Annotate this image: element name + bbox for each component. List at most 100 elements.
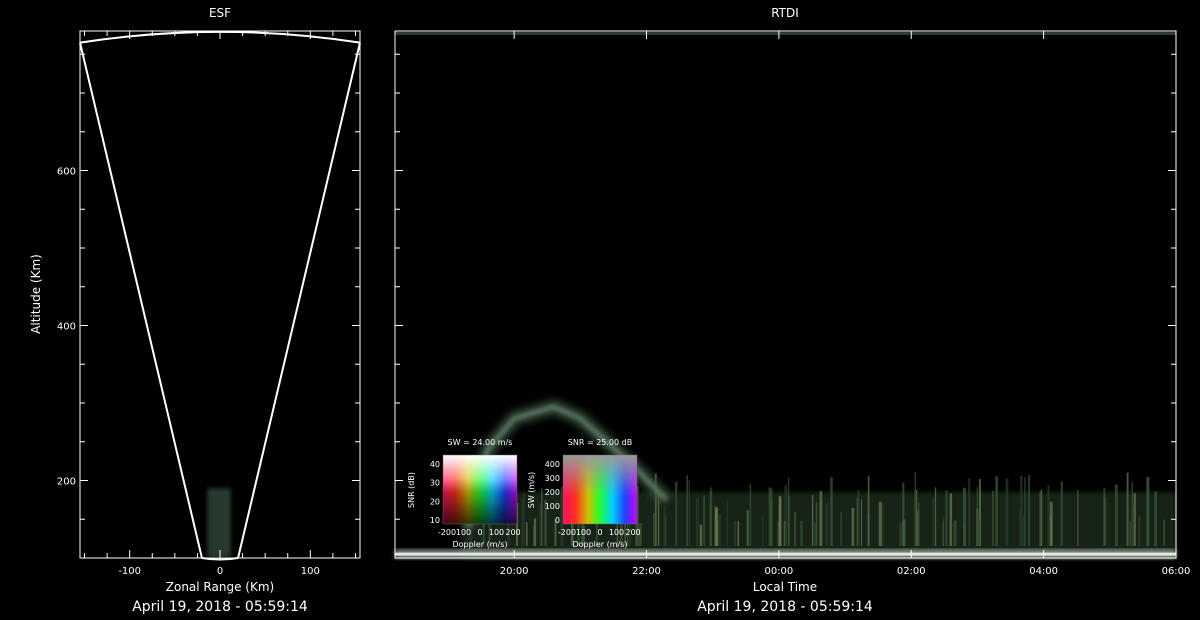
legend-snr-title: SNR = 25.00 dB xyxy=(568,438,632,447)
rtdi-striation xyxy=(1040,489,1043,546)
rtdi-striation xyxy=(815,501,818,546)
legend-y-tick-label: 300 xyxy=(545,474,560,483)
rtdi-striation xyxy=(934,487,937,546)
rtdi-top-noise xyxy=(395,32,1176,35)
legend-x-tick-label: -200 xyxy=(438,528,456,537)
rtdi-striation xyxy=(968,478,971,546)
rtdi-striation xyxy=(1163,519,1166,546)
rtdi-striation xyxy=(1129,521,1131,546)
rtdi-striation xyxy=(840,512,842,546)
rtdi-striation xyxy=(675,481,678,546)
legend-y-tick-label: 10 xyxy=(430,516,440,525)
rtdi-x-tick-label: 06:00 xyxy=(1162,566,1191,577)
rtdi-striation xyxy=(688,480,690,546)
esf-x-tick-label: -100 xyxy=(118,566,141,577)
legend-sw-y-label: SNR (dB) xyxy=(407,472,416,508)
esf-y-tick-label: 600 xyxy=(57,167,76,178)
rtdi-striation xyxy=(860,499,863,546)
legend-x-tick-label: 100 xyxy=(456,528,471,537)
esf-panel: ESF 200 400 600 -100 0 100 Altitude (Km) Zon… xyxy=(29,6,361,615)
legend-x-tick-label: 0 xyxy=(477,528,482,537)
rtdi-striation xyxy=(1028,474,1030,546)
rtdi-striation xyxy=(978,520,980,546)
rtdi-striation xyxy=(1133,493,1136,546)
rtdi-striation xyxy=(953,520,957,546)
rtdi-striation xyxy=(784,485,787,546)
rtdi-striation xyxy=(1019,510,1021,546)
legend-snr-x-ticks: -200 100 0 100 200 xyxy=(558,528,641,537)
legend-x-tick-label: 200 xyxy=(505,528,520,537)
rtdi-striation xyxy=(942,520,944,546)
esf-timestamp: April 19, 2018 - 05:59:14 xyxy=(132,599,308,615)
rtdi-striation xyxy=(932,498,935,546)
legend-y-tick-label: 200 xyxy=(545,488,560,497)
rtdi-striation xyxy=(1049,501,1053,546)
rtdi-striation xyxy=(1060,481,1063,546)
figure: ESF 200400600 -100 0 100 Altitude (Km) Zon… xyxy=(29,6,1191,615)
rtdi-striation xyxy=(1126,472,1129,546)
rtdi-striation xyxy=(703,495,706,546)
rtdi-x-axis-label: Local Time xyxy=(753,580,817,594)
legend-y-tick-label: 30 xyxy=(430,479,440,488)
rtdi-striation xyxy=(963,487,966,546)
rtdi-striation xyxy=(522,492,525,546)
legend-x-tick-label: 100 xyxy=(489,528,504,537)
rtdi-striation xyxy=(867,475,870,546)
rtdi-striation xyxy=(533,518,537,546)
legend-y-tick-label: 20 xyxy=(430,497,440,506)
rtdi-striation xyxy=(726,500,729,546)
legend-snr-grey-overlay xyxy=(563,455,637,524)
rtdi-striation xyxy=(949,493,953,546)
rtdi-striation xyxy=(819,491,823,546)
legend-x-tick-label: 0 xyxy=(597,528,602,537)
rtdi-x-tick-label: 00:00 xyxy=(764,566,793,577)
esf-y-ticks: 200 400 600 xyxy=(57,53,360,520)
esf-x-tick-label: 0 xyxy=(217,566,223,577)
rtdi-striation xyxy=(1103,488,1106,546)
legend-y-tick-label: 0 xyxy=(555,516,560,525)
esf-x-tick-label: 100 xyxy=(301,566,320,577)
rtdi-striation xyxy=(1130,506,1134,546)
rtdi-striation xyxy=(525,522,528,546)
rtdi-striation xyxy=(777,521,779,546)
rtdi-x-tick-label: 04:00 xyxy=(1029,566,1058,577)
rtdi-striation xyxy=(1147,476,1150,546)
esf-y-axis-label: Altitude (Km) xyxy=(29,254,43,334)
legend-sw-x-label: Doppler (m/s) xyxy=(452,540,507,549)
esf-title: ESF xyxy=(209,6,231,20)
rtdi-timestamp: April 19, 2018 - 05:59:14 xyxy=(697,599,873,615)
rtdi-striation xyxy=(878,501,882,546)
rtdi-striation xyxy=(945,490,948,546)
esf-fan xyxy=(79,30,361,561)
rtdi-striation xyxy=(856,497,859,546)
rtdi-striation xyxy=(1020,475,1023,546)
legend-y-tick-label: 400 xyxy=(545,460,560,469)
rtdi-striation xyxy=(653,512,655,546)
rtdi-striation xyxy=(715,508,719,546)
rtdi-striation xyxy=(1022,516,1025,546)
legend-snr-x-label: Doppler (m/s) xyxy=(572,540,627,549)
rtdi-x-tick-label: 02:00 xyxy=(897,566,926,577)
legend-y-tick-label: 100 xyxy=(545,502,560,511)
rtdi-striation xyxy=(778,495,782,546)
rtdi-striation xyxy=(710,487,713,546)
rtdi-x-tick-label: 20:00 xyxy=(500,566,529,577)
rtdi-striation xyxy=(1154,491,1158,546)
rtdi-striation xyxy=(718,514,722,546)
rtdi-striation xyxy=(851,507,855,546)
legend-x-tick-label: 200 xyxy=(625,528,640,537)
rtdi-panel: RTDI 20:00 22:00 00:00 02:00 04:00 06:00 Loca… xyxy=(394,6,1191,615)
esf-returns-patch xyxy=(207,488,231,558)
rtdi-striation xyxy=(1005,478,1009,546)
rtdi-striation xyxy=(825,503,829,546)
rtdi-striation xyxy=(699,524,703,546)
fan-left-edge xyxy=(79,42,203,559)
rtdi-striation xyxy=(768,487,772,546)
legend-sw-dark-overlay xyxy=(443,455,517,524)
rtdi-striation xyxy=(737,521,740,546)
rtdi-striation xyxy=(560,487,562,546)
rtdi-striation xyxy=(734,521,736,546)
rtdi-striation xyxy=(749,484,752,546)
rtdi-striation xyxy=(811,495,814,546)
rtdi-title: RTDI xyxy=(771,6,799,20)
